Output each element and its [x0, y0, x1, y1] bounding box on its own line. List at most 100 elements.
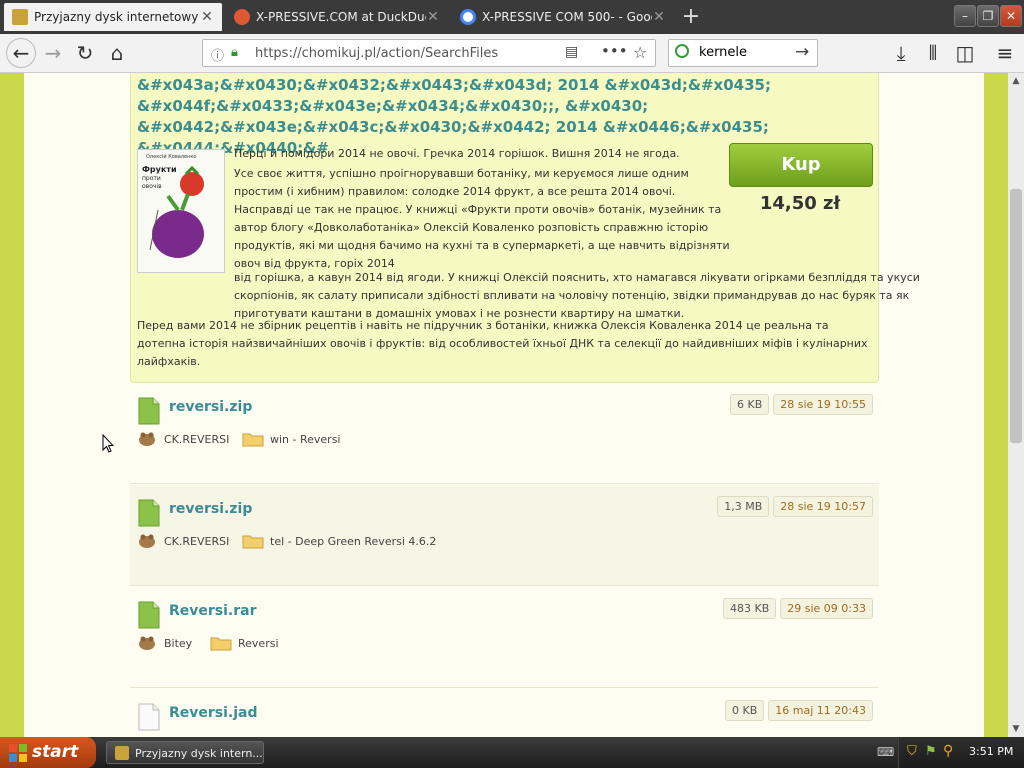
file-owner-link[interactable]: CK.REVERSI — [138, 431, 229, 447]
file-name-link[interactable]: reversi.zip — [169, 501, 252, 517]
file-meta: 6 KB 28 sie 19 10:55 — [726, 394, 873, 415]
file-size: 483 KB — [722, 598, 777, 619]
archive-file-icon — [138, 601, 160, 629]
tab-title: X-PRESSIVE.COM at DuckDuckGo — [256, 10, 426, 24]
sidebar-icon[interactable]: ◫ — [952, 41, 978, 65]
folder-icon — [242, 535, 264, 549]
file-folder-name: Reversi — [238, 636, 279, 650]
close-tab-icon[interactable]: ✕ — [652, 9, 666, 25]
buy-button[interactable]: Kup — [729, 143, 873, 187]
bookmark-star-icon[interactable]: ☆ — [633, 43, 647, 62]
svg-text:овочів: овочів — [142, 183, 162, 190]
close-window-icon[interactable]: ✕ — [1000, 5, 1022, 27]
file-owner-link[interactable]: Bitey — [138, 635, 192, 651]
file-name-link[interactable]: Reversi.rar — [169, 603, 257, 619]
network-icon[interactable]: ⚑ — [925, 744, 937, 759]
page-scrollbar[interactable]: ▲ ▼ — [1008, 73, 1024, 737]
file-date: 29 sie 09 0:33 — [780, 598, 873, 619]
file-size: 0 KB — [725, 700, 765, 721]
scrollbar-thumb[interactable] — [1010, 189, 1022, 443]
tab-chomikuj[interactable]: Przyjazny dysk internetowy - Chomikuj ✕ — [4, 3, 222, 31]
hamster-avatar-icon — [139, 432, 155, 446]
file-owner-link[interactable]: CK.REVERSI — [138, 533, 229, 549]
library-icon[interactable]: ⫴ — [920, 41, 946, 65]
google-favicon-icon — [460, 9, 476, 25]
navigation-toolbar: ← → ↻ ⌂ ⓘ 🔒︎ https://chomikuj.pl/action/… — [0, 34, 1024, 73]
search-input[interactable] — [697, 44, 791, 61]
file-date: 28 sie 19 10:55 — [773, 394, 873, 415]
scroll-up-icon[interactable]: ▲ — [1008, 73, 1024, 89]
page-viewport: &#x043a;&#x0430;&#x0432;&#x0443;&#x043d;… — [0, 73, 1008, 737]
file-folder-name: tel - Deep Green Reversi 4.6.2 — [270, 534, 437, 548]
file-owner-name: Bitey — [164, 636, 193, 650]
start-label: start — [32, 742, 79, 762]
book-price: 14,50 zł — [759, 193, 841, 214]
tab-title: Przyjazny dysk internetowy - Chomikuj — [34, 10, 200, 24]
new-tab-icon[interactable]: + — [678, 4, 704, 30]
scroll-down-icon[interactable]: ▼ — [1008, 721, 1024, 737]
file-row[interactable]: reversi.zip 1,3 MB 28 sie 19 10:57 CK.RE… — [130, 485, 879, 586]
close-tab-icon[interactable]: ✕ — [200, 9, 214, 25]
svg-text:проти: проти — [142, 175, 161, 182]
file-owner-name: CK.REVERSI — [164, 534, 230, 548]
file-row[interactable]: Reversi.rar 483 KB 29 sie 09 0:33 Bitey … — [130, 587, 879, 688]
start-button[interactable]: start — [0, 737, 96, 768]
chomikuj-favicon-icon — [12, 9, 28, 25]
page-actions-icon[interactable]: ••• — [601, 42, 628, 60]
url-text: https://chomikuj.pl/action/SearchFiles — [255, 46, 499, 61]
windows-taskbar: start Przyjazny dysk intern... ⌨ ⛉ ⚑ ⚲ 3… — [0, 737, 1024, 768]
search-bar[interactable]: → — [668, 39, 818, 67]
file-meta: 1,3 MB 28 sie 19 10:57 — [713, 496, 873, 517]
file-row[interactable]: reversi.zip 6 KB 28 sie 19 10:55 CK.REVE… — [130, 383, 879, 484]
file-meta: 0 KB 16 maj 11 20:43 — [721, 700, 873, 721]
tab-duckduckgo[interactable]: X-PRESSIVE.COM at DuckDuckGo ✕ — [226, 3, 448, 31]
svg-text:Фрукти: Фрукти — [142, 165, 177, 174]
minimize-icon[interactable]: – — [954, 5, 976, 27]
archive-file-icon — [138, 397, 160, 425]
system-clock[interactable]: 3:51 PM — [969, 745, 1013, 758]
windows-logo-icon — [9, 744, 27, 762]
reload-icon[interactable]: ↻ — [72, 41, 98, 65]
file-folder-link[interactable]: win - Reversi — [242, 431, 341, 447]
reader-view-icon[interactable]: ▤ — [565, 44, 578, 60]
svg-text:Олексій Коваленко: Олексій Коваленко — [146, 153, 196, 160]
file-name-link[interactable]: Reversi.jad — [169, 705, 258, 721]
promo-paragraph-2: Усе своє життя, успішно проігнорувавши б… — [234, 167, 730, 270]
book-cover-image[interactable]: Олексій Коваленко Фрукти проти овочів — [137, 149, 225, 273]
taskbar-window-item[interactable]: Przyjazny dysk intern... — [106, 741, 264, 764]
folder-icon — [210, 637, 232, 651]
taskbar-item-label: Przyjazny dysk intern... — [135, 747, 263, 760]
hamster-avatar-icon — [139, 636, 155, 650]
file-date: 28 sie 19 10:57 — [773, 496, 873, 517]
main-content: &#x043a;&#x0430;&#x0432;&#x0443;&#x043d;… — [24, 73, 984, 737]
tab-google[interactable]: X-PRESSIVE COM 500- - Google Search ✕ — [452, 3, 674, 31]
home-icon[interactable]: ⌂ — [104, 41, 130, 65]
search-go-icon[interactable]: → — [795, 42, 809, 62]
duckduckgo-favicon-icon — [234, 9, 250, 25]
downloads-icon[interactable]: ⤓ — [888, 41, 914, 65]
promo-book-box: &#x043a;&#x0430;&#x0432;&#x0443;&#x043d;… — [130, 73, 920, 383]
file-folder-link[interactable]: tel - Deep Green Reversi 4.6.2 — [242, 533, 436, 549]
lock-icon: 🔒︎ — [231, 45, 238, 60]
promo-paragraph-3: Перед вами 2014 не збірник рецептів і на… — [137, 319, 868, 368]
close-tab-icon[interactable]: ✕ — [426, 9, 440, 25]
file-folder-link[interactable]: Reversi — [210, 635, 279, 651]
info-icon[interactable]: ⓘ — [211, 45, 224, 64]
file-row[interactable]: Reversi.jad 0 KB 16 maj 11 20:43 — [130, 689, 879, 737]
folder-icon — [242, 433, 264, 447]
keyboard-icon[interactable]: ⌨ — [877, 745, 894, 759]
hamster-avatar-icon — [139, 534, 155, 548]
restore-icon[interactable]: ❐ — [977, 5, 999, 27]
forward-icon[interactable]: → — [40, 41, 66, 65]
system-tray: ⌨ ⛉ ⚑ ⚲ 3:51 PM — [877, 737, 1024, 768]
url-bar[interactable]: ⓘ 🔒︎ https://chomikuj.pl/action/SearchFi… — [202, 39, 656, 67]
back-icon[interactable]: ← — [6, 38, 36, 68]
menu-icon[interactable]: ≡ — [992, 41, 1018, 65]
browser-tab-bar: Przyjazny dysk internetowy - Chomikuj ✕ … — [0, 0, 1024, 34]
security-shield-icon[interactable]: ⛉ — [907, 744, 917, 759]
file-date: 16 maj 11 20:43 — [768, 700, 873, 721]
search-engine-icon[interactable] — [675, 44, 689, 58]
file-name-link[interactable]: reversi.zip — [169, 399, 252, 415]
search-tray-icon[interactable]: ⚲ — [943, 743, 953, 759]
browser-window-icon — [115, 746, 129, 760]
